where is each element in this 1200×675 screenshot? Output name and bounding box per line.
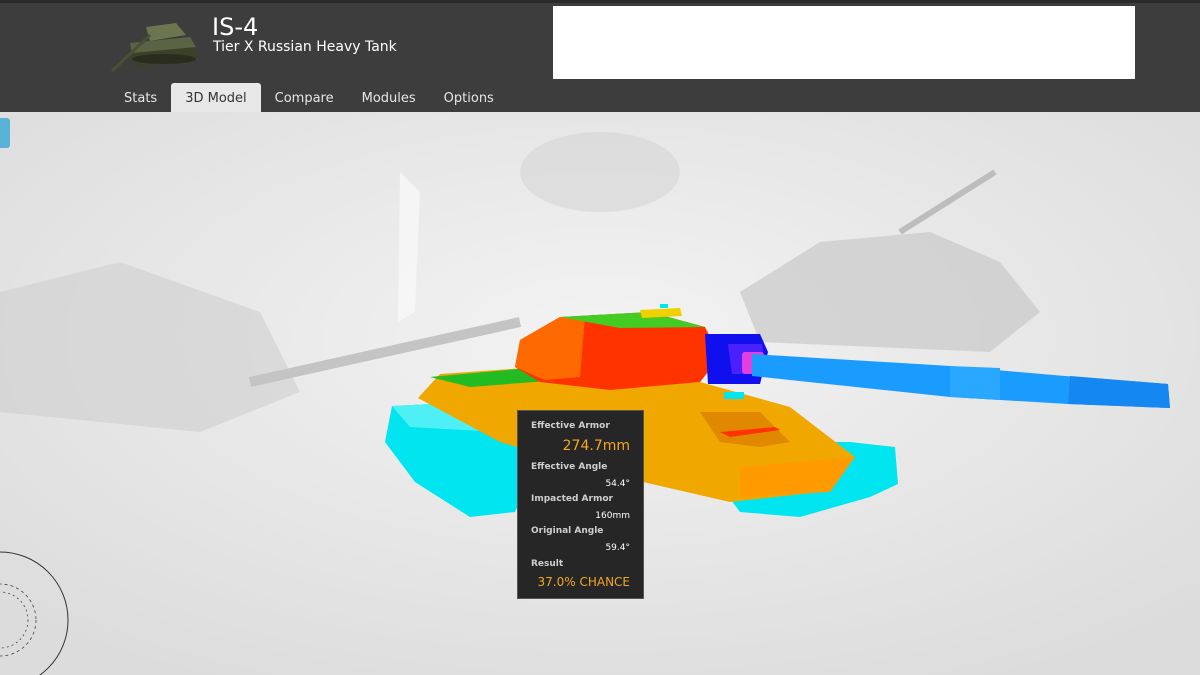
tab-bar: Stats 3D Model Compare Modules Options — [110, 83, 508, 115]
ad-banner — [553, 6, 1135, 79]
impacted-armor-value: 160mm — [595, 511, 630, 521]
tab-stats[interactable]: Stats — [110, 83, 171, 115]
impacted-armor-label: Impacted Armor — [531, 494, 613, 504]
effective-angle-value: 54.4° — [605, 479, 630, 489]
result-label: Result — [531, 559, 564, 569]
effective-armor-label: Effective Armor — [531, 421, 610, 431]
result-value: 37.0% CHANCE — [537, 575, 630, 589]
original-angle-value: 59.4° — [605, 543, 630, 553]
tab-3d-model[interactable]: 3D Model — [171, 83, 261, 115]
top-header: IS-4 Tier X Russian Heavy Tank Stats 3D … — [0, 0, 1200, 115]
tab-modules[interactable]: Modules — [348, 83, 430, 115]
camera-rotation-dial-icon[interactable] — [0, 520, 70, 675]
tab-compare[interactable]: Compare — [261, 83, 348, 115]
tab-options[interactable]: Options — [430, 83, 508, 115]
original-angle-label: Original Angle — [531, 526, 604, 536]
armor-tooltip: Effective Armor 274.7mm Effective Angle … — [517, 410, 644, 599]
effective-armor-value: 274.7mm — [562, 438, 630, 454]
tank-name: IS-4 — [212, 13, 259, 41]
model-viewport[interactable]: Effective Armor 274.7mm Effective Angle … — [0, 112, 1200, 675]
tank-subtitle: Tier X Russian Heavy Tank — [213, 39, 397, 55]
tank-thumbnail-icon — [110, 23, 202, 73]
effective-angle-label: Effective Angle — [531, 462, 608, 472]
